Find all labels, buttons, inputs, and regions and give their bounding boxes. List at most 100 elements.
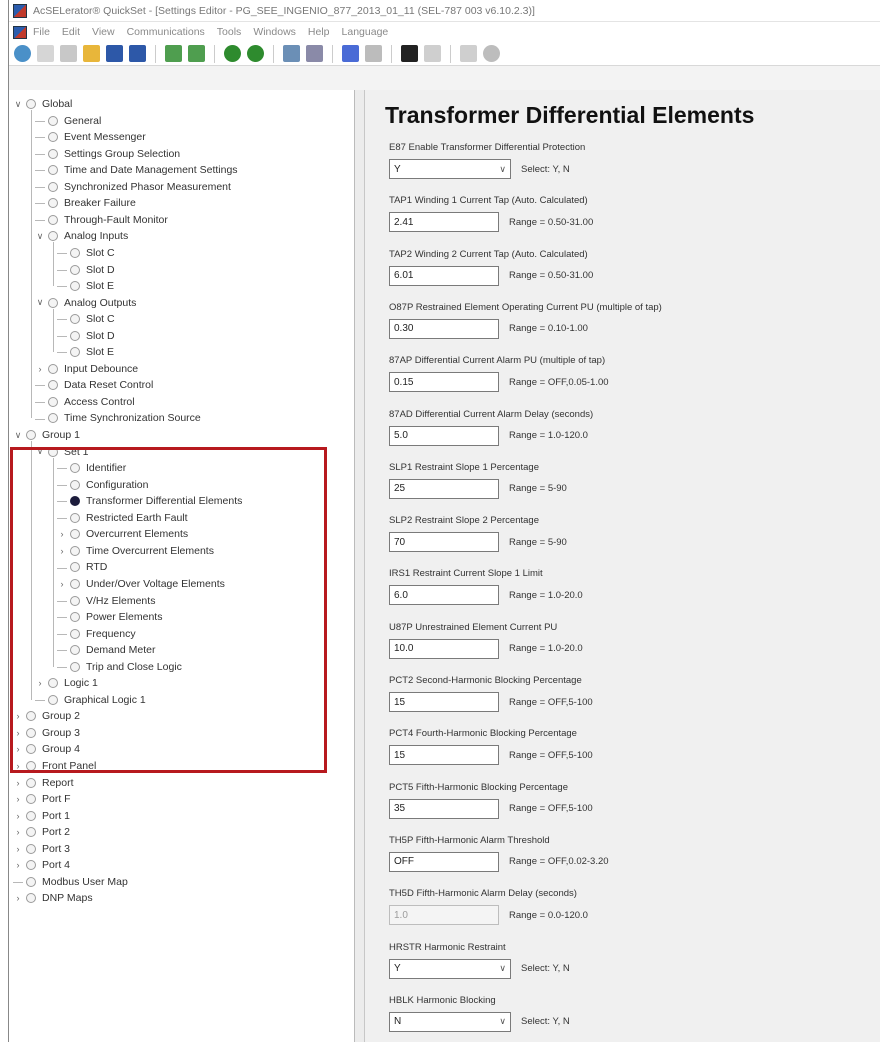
chevron-down-icon[interactable]: ∨ (499, 164, 506, 175)
chevron-down-icon[interactable]: ∨ (35, 446, 45, 457)
tree-node[interactable]: Transformer Differential Elements (57, 493, 242, 509)
tree-node[interactable]: Trip and Close Logic (57, 659, 182, 675)
tree-node[interactable]: › Group 3 (13, 725, 80, 741)
tree-node[interactable]: › Logic 1 (35, 675, 98, 691)
tree-node[interactable]: ∨ Group 1 (13, 427, 80, 443)
tree-node[interactable]: Slot C (57, 311, 115, 327)
tree-node[interactable]: General (35, 113, 101, 129)
hmi-icon[interactable] (283, 45, 300, 62)
tree-node[interactable]: Breaker Failure (35, 195, 136, 211)
tree-node[interactable]: Slot E (57, 344, 114, 360)
tree-node[interactable]: V/Hz Elements (57, 593, 155, 609)
open-folder-icon[interactable] (83, 45, 100, 62)
chevron-right-icon[interactable]: › (57, 546, 67, 556)
setting-dropdown[interactable]: Y ∨ (389, 958, 511, 979)
menu-view[interactable]: View (92, 26, 123, 38)
tree-node[interactable]: Frequency (57, 626, 136, 642)
tree-node[interactable]: Restricted Earth Fault (57, 510, 188, 526)
tree-node[interactable]: › Report (13, 775, 74, 791)
chevron-down-icon[interactable]: ∨ (499, 1016, 506, 1027)
tree-node[interactable]: › Port 4 (13, 857, 71, 873)
tree-node[interactable]: ∨ Analog Outputs (35, 295, 137, 311)
tree-node[interactable]: Event Messenger (35, 129, 146, 145)
paste-icon[interactable] (60, 45, 77, 62)
tree-node[interactable]: Time and Date Management Settings (35, 162, 238, 178)
setting-input[interactable] (389, 692, 499, 712)
chevron-right-icon[interactable]: › (13, 811, 23, 821)
setting-input[interactable] (389, 265, 499, 286)
tree-node[interactable]: › Under/Over Voltage Elements (57, 576, 225, 592)
tree-node[interactable]: Slot D (57, 328, 115, 344)
chevron-right-icon[interactable]: › (13, 728, 23, 738)
meter-icon[interactable] (306, 45, 323, 62)
chevron-down-icon[interactable]: ∨ (13, 99, 23, 110)
setting-input[interactable] (389, 851, 499, 872)
setting-input[interactable] (389, 585, 499, 606)
tree-node[interactable]: Time Synchronization Source (35, 410, 201, 426)
chevron-right-icon[interactable]: › (35, 678, 45, 688)
menu-file[interactable]: File (33, 26, 58, 38)
menu-communications[interactable]: Communications (127, 26, 213, 38)
tree-node[interactable]: › Input Debounce (35, 361, 139, 377)
tree-node[interactable]: Through-Fault Monitor (35, 212, 168, 228)
chevron-down-icon[interactable]: ∨ (35, 231, 45, 242)
setting-dropdown[interactable]: Y ∨ (389, 159, 511, 179)
tree-node[interactable]: Slot D (57, 262, 115, 278)
setting-input[interactable] (389, 478, 499, 499)
tree-node[interactable]: Graphical Logic 1 (35, 692, 146, 708)
chevron-right-icon[interactable]: › (57, 579, 67, 589)
tree-node[interactable]: Modbus User Map (13, 874, 128, 890)
tree-node[interactable]: › Port 1 (13, 808, 71, 824)
menu-language[interactable]: Language (342, 26, 397, 38)
chevron-down-icon[interactable]: ∨ (35, 297, 45, 308)
chevron-right-icon[interactable]: › (35, 364, 45, 374)
setting-input[interactable] (389, 318, 499, 339)
copy-icon[interactable] (37, 45, 54, 62)
chevron-right-icon[interactable]: › (13, 744, 23, 754)
help-icon[interactable] (483, 45, 500, 62)
tree-node[interactable]: › Port 3 (13, 841, 71, 857)
menu-edit[interactable]: Edit (62, 26, 88, 38)
settings-tree[interactable]: ∨ Global General Event Messenger Settings Gr… (9, 90, 355, 1042)
tree-node[interactable]: › Port F (13, 791, 71, 807)
menu-windows[interactable]: Windows (253, 26, 304, 38)
tree-node[interactable]: Slot C (57, 245, 115, 261)
read-icon[interactable] (188, 45, 205, 62)
tree-node[interactable]: › Front Panel (13, 758, 97, 774)
tree-node[interactable]: ∨ Analog Inputs (35, 228, 129, 244)
chevron-right-icon[interactable]: › (13, 794, 23, 804)
save-icon[interactable] (106, 45, 123, 62)
connect-icon[interactable] (224, 45, 241, 62)
menu-tools[interactable]: Tools (217, 26, 250, 38)
disconnect-icon[interactable] (247, 45, 264, 62)
menu-help[interactable]: Help (308, 26, 338, 38)
chevron-down-icon[interactable]: ∨ (13, 430, 23, 441)
chevron-right-icon[interactable]: › (13, 844, 23, 854)
setting-input[interactable] (389, 372, 499, 393)
tree-node[interactable]: Power Elements (57, 609, 162, 625)
tree-node[interactable]: › Group 2 (13, 708, 80, 724)
monitor-icon[interactable] (401, 45, 418, 62)
tree-node[interactable]: › Time Overcurrent Elements (57, 543, 214, 559)
print-icon[interactable] (460, 45, 477, 62)
tree-node[interactable]: Configuration (57, 477, 148, 493)
tree-node[interactable]: ∨ Set 1 (35, 444, 89, 460)
tree-node[interactable]: Demand Meter (57, 642, 155, 658)
setting-input[interactable] (389, 532, 499, 553)
tree-node[interactable]: › DNP Maps (13, 890, 93, 906)
setting-input[interactable] (389, 798, 499, 819)
setting-input[interactable] (389, 638, 499, 659)
tree-node[interactable]: Access Control (35, 394, 135, 410)
document-icon[interactable] (13, 25, 27, 39)
chevron-right-icon[interactable]: › (57, 529, 67, 539)
chevron-right-icon[interactable]: › (13, 893, 23, 903)
send-icon[interactable] (165, 45, 182, 62)
chevron-right-icon[interactable]: › (13, 711, 23, 721)
tree-node[interactable]: › Port 2 (13, 824, 71, 840)
events-icon[interactable] (342, 45, 359, 62)
setting-input[interactable] (389, 212, 499, 233)
setting-input[interactable] (389, 425, 499, 446)
tree-node[interactable]: Synchronized Phasor Measurement (35, 179, 231, 195)
chevron-right-icon[interactable]: › (13, 860, 23, 870)
tree-node[interactable]: Data Reset Control (35, 377, 153, 393)
